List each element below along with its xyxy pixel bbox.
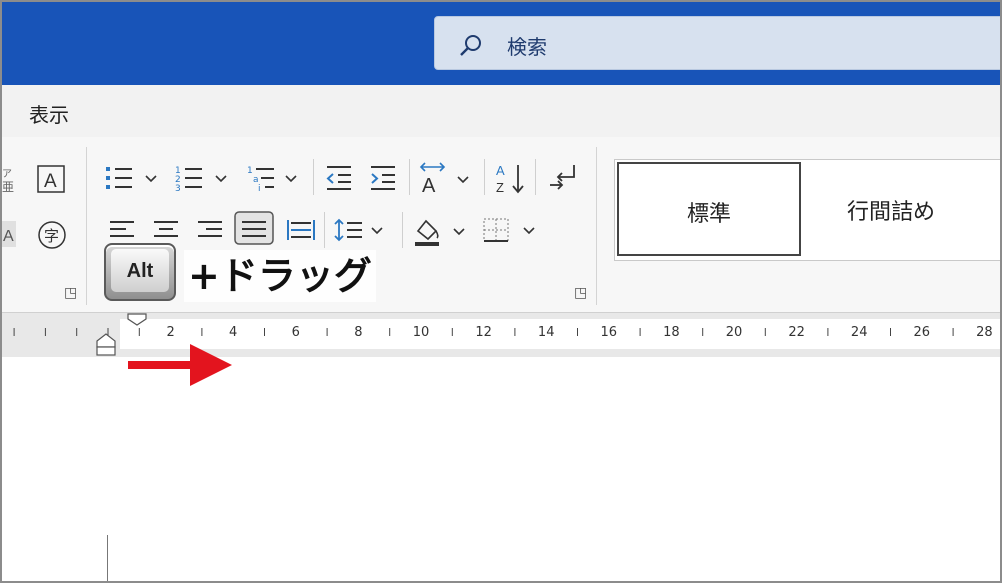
multilevel-list-icon[interactable]: 1ai <box>246 163 302 193</box>
first-line-indent-marker-icon[interactable] <box>126 313 148 327</box>
ruler-number: 6 <box>292 325 300 340</box>
shading-icon[interactable] <box>412 215 470 247</box>
bullet-list-icon[interactable] <box>104 163 160 193</box>
font-dialog-launcher-icon[interactable]: ◳ <box>64 285 77 301</box>
sort-icon[interactable]: A Z <box>494 161 528 195</box>
separator <box>313 159 314 195</box>
svg-text:1: 1 <box>247 166 253 176</box>
drag-instruction: +ドラッグ <box>184 250 376 302</box>
enclosed-character-icon[interactable]: 字 <box>36 219 68 251</box>
alt-key-icon: Alt <box>104 243 176 301</box>
title-bar: 検索 <box>2 2 1000 85</box>
svg-text:Z: Z <box>496 180 504 195</box>
ruler-number: 26 <box>914 325 931 340</box>
ruler-number: 12 <box>475 325 492 340</box>
svg-text:亜: 亜 <box>2 180 14 193</box>
alt-key-label: Alt <box>111 249 169 292</box>
ruler-number: 16 <box>601 325 618 340</box>
separator <box>484 159 485 195</box>
style-normal-label: 標準 <box>686 202 731 227</box>
window: 検索 表示 ア亜 A A 字 ◳ 123 1 a i A A Z ◳ 標準 行間… <box>0 0 1002 583</box>
align-right-icon[interactable] <box>196 217 224 243</box>
ruler-number: 14 <box>538 325 555 340</box>
numbered-list-icon[interactable]: 123 <box>174 163 230 193</box>
svg-text:ア: ア <box>2 169 12 180</box>
ruler-number: 4 <box>229 325 237 340</box>
ruler-number: 22 <box>788 325 805 340</box>
group-divider <box>86 147 87 305</box>
style-gallery: 標準 行間詰め <box>614 159 1000 261</box>
svg-text:i: i <box>258 184 261 193</box>
svg-text:3: 3 <box>175 184 181 193</box>
paragraph-mark-icon[interactable] <box>546 161 580 195</box>
align-center-icon[interactable] <box>152 217 180 243</box>
ribbon-tabs: 表示 <box>2 85 1000 137</box>
highlight-partial-icon[interactable]: A <box>2 221 16 247</box>
separator <box>535 159 536 195</box>
search-box[interactable]: 検索 <box>434 16 1000 70</box>
distributed-icon[interactable] <box>286 217 316 243</box>
separator <box>324 212 325 248</box>
line-spacing-icon[interactable] <box>334 217 390 245</box>
ruler-number: 2 <box>166 325 174 340</box>
borders-icon[interactable] <box>482 217 540 245</box>
svg-text:A: A <box>422 175 436 195</box>
tab-view[interactable]: 表示 <box>29 99 69 128</box>
ruler-number: 20 <box>726 325 743 340</box>
svg-text:A: A <box>3 228 14 245</box>
character-border-icon[interactable]: A <box>36 164 66 194</box>
svg-text:A: A <box>44 171 57 192</box>
paragraph-dialog-launcher-icon[interactable]: ◳ <box>574 285 587 301</box>
search-placeholder: 検索 <box>507 35 547 59</box>
ruler-number: 10 <box>413 325 430 340</box>
ruler-number: 8 <box>354 325 362 340</box>
decrease-indent-icon[interactable] <box>324 163 354 193</box>
style-normal[interactable]: 標準 <box>617 162 801 256</box>
hanging-indent-marker-icon[interactable] <box>95 331 117 357</box>
ruler-number: 28 <box>976 325 993 340</box>
increase-indent-icon[interactable] <box>368 163 398 193</box>
character-spacing-icon[interactable]: A <box>418 161 474 195</box>
ruler-number: 18 <box>663 325 680 340</box>
group-divider <box>596 147 597 305</box>
document-area[interactable] <box>2 357 1000 581</box>
search-icon <box>460 35 481 56</box>
svg-text:字: 字 <box>44 227 59 245</box>
separator <box>402 212 403 248</box>
align-left-icon[interactable] <box>108 217 136 243</box>
red-arrow-icon <box>128 344 232 386</box>
style-no-spacing[interactable]: 行間詰め <box>847 194 935 226</box>
separator <box>409 159 410 195</box>
svg-text:A: A <box>496 163 505 178</box>
margin-guide <box>107 535 108 581</box>
justify-icon[interactable] <box>234 211 274 245</box>
ruler-number: 24 <box>851 325 868 340</box>
phonetic-guide-icon[interactable]: ア亜 <box>2 165 16 193</box>
